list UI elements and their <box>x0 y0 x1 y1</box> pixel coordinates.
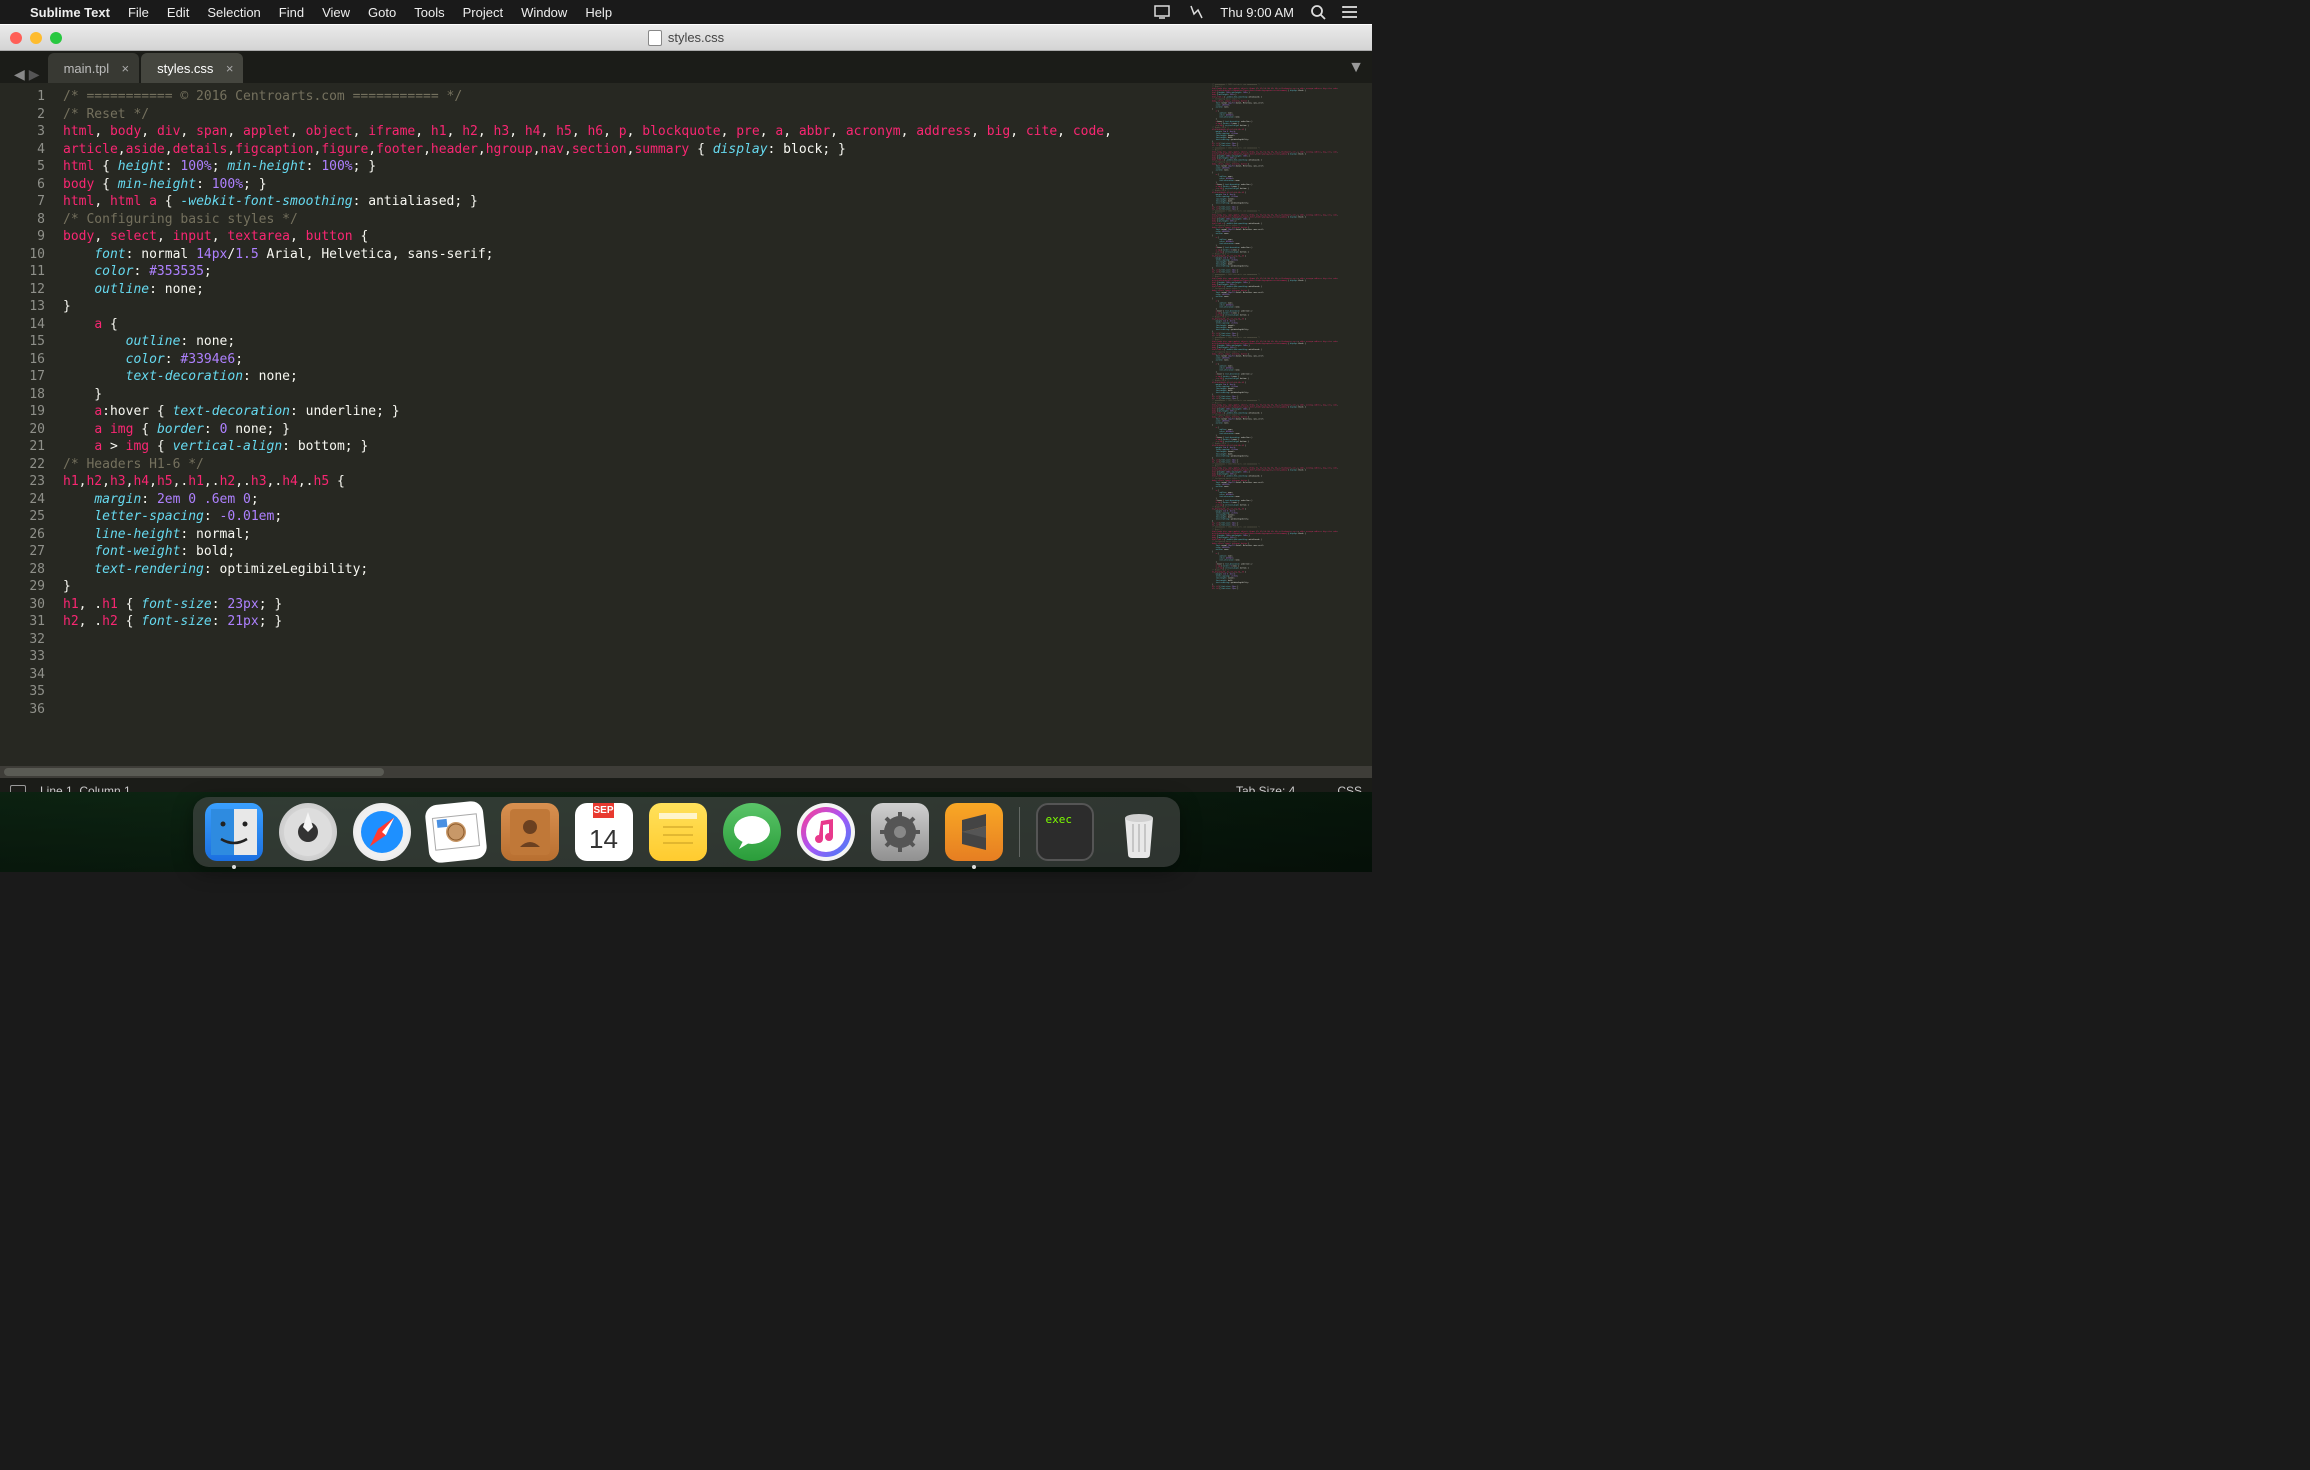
menu-window[interactable]: Window <box>521 5 567 20</box>
spotlight-search-icon[interactable] <box>1310 4 1326 20</box>
menu-help[interactable]: Help <box>585 5 612 20</box>
window-title: styles.css <box>668 30 724 45</box>
dock-notes-icon[interactable] <box>649 803 707 861</box>
code-line[interactable]: text-rendering: optimizeLegibility; <box>55 561 1212 579</box>
code-line[interactable]: font: normal 14px/1.5 Arial, Helvetica, … <box>55 246 1212 264</box>
code-line[interactable]: h1,h2,h3,h4,h5,.h1,.h2,.h3,.h4,.h5 { <box>55 473 1212 491</box>
editor-area: 1234567891011121314151617181920212223242… <box>0 83 1372 766</box>
editor-tabbar: ◀ ▶ main.tpl × styles.css × ▼ <box>0 51 1372 83</box>
code-line[interactable]: article,aside,details,figcaption,figure,… <box>55 141 1212 159</box>
code-line[interactable]: text-decoration: none; <box>55 368 1212 386</box>
code-line[interactable]: margin: 2em 0 .6em 0; <box>55 491 1212 509</box>
code-line[interactable]: outline: none; <box>55 333 1212 351</box>
code-line[interactable]: } <box>55 578 1212 596</box>
code-line[interactable]: body, select, input, textarea, button { <box>55 228 1212 246</box>
dock-mail-icon[interactable] <box>424 800 488 864</box>
menu-tools[interactable]: Tools <box>414 5 444 20</box>
dock: SEP 14 exec <box>193 797 1180 867</box>
dock-itunes-icon[interactable] <box>797 803 855 861</box>
menu-find[interactable]: Find <box>279 5 304 20</box>
code-line[interactable]: a > img { vertical-align: bottom; } <box>55 438 1212 456</box>
code-line[interactable]: h1, .h1 { font-size: 23px; } <box>55 596 1212 614</box>
code-line[interactable]: /* Configuring basic styles */ <box>55 211 1212 229</box>
code-line[interactable]: outline: none; <box>55 281 1212 299</box>
window-titlebar: styles.css <box>0 24 1372 51</box>
notification-center-icon[interactable] <box>1342 5 1358 19</box>
input-icon[interactable] <box>1188 4 1204 20</box>
dock-trash-icon[interactable] <box>1110 803 1168 861</box>
dock-sublime-text-icon[interactable] <box>945 803 1003 861</box>
nav-back-icon[interactable]: ◀ <box>14 66 25 83</box>
dock-terminal-icon[interactable]: exec <box>1036 803 1094 861</box>
code-line[interactable]: html { height: 100%; min-height: 100%; } <box>55 158 1212 176</box>
code-line[interactable]: a img { border: 0 none; } <box>55 421 1212 439</box>
tab-label: main.tpl <box>64 61 110 76</box>
minimap[interactable]: /* =========== © 2016 Centroarts.com ===… <box>1212 83 1372 766</box>
scrollbar-thumb[interactable] <box>4 768 384 776</box>
code-editor[interactable]: /* =========== © 2016 Centroarts.com ===… <box>55 83 1212 766</box>
dock-finder-icon[interactable] <box>205 803 263 861</box>
code-line[interactable]: /* Reset */ <box>55 106 1212 124</box>
tab-close-icon[interactable]: × <box>122 61 130 76</box>
menu-project[interactable]: Project <box>463 5 503 20</box>
tab-styles-css[interactable]: styles.css × <box>141 53 243 83</box>
dock-system-preferences-icon[interactable] <box>871 803 929 861</box>
nav-forward-icon[interactable]: ▶ <box>29 66 40 83</box>
calendar-day: 14 <box>589 818 618 861</box>
menu-view[interactable]: View <box>322 5 350 20</box>
display-icon[interactable] <box>1154 5 1172 19</box>
app-name[interactable]: Sublime Text <box>30 5 110 20</box>
tab-label: styles.css <box>157 61 213 76</box>
code-line[interactable]: html, body, div, span, applet, object, i… <box>55 123 1212 141</box>
code-line[interactable]: /* Headers H1-6 */ <box>55 456 1212 474</box>
code-line[interactable]: body { min-height: 100%; } <box>55 176 1212 194</box>
menu-selection[interactable]: Selection <box>207 5 260 20</box>
macos-menubar: Sublime Text File Edit Selection Find Vi… <box>0 0 1372 24</box>
dock-messages-icon[interactable] <box>723 803 781 861</box>
line-number-gutter: 1234567891011121314151617181920212223242… <box>0 83 55 766</box>
code-line[interactable]: h2, .h2 { font-size: 21px; } <box>55 613 1212 631</box>
code-line[interactable]: font-weight: bold; <box>55 543 1212 561</box>
code-line[interactable]: color: #353535; <box>55 263 1212 281</box>
dock-launchpad-icon[interactable] <box>279 803 337 861</box>
dock-safari-icon[interactable] <box>353 803 411 861</box>
calendar-month: SEP <box>593 803 613 818</box>
tab-close-icon[interactable]: × <box>226 61 234 76</box>
code-line[interactable]: html, html a { -webkit-font-smoothing: a… <box>55 193 1212 211</box>
code-line[interactable]: } <box>55 298 1212 316</box>
menu-file[interactable]: File <box>128 5 149 20</box>
window-zoom-button[interactable] <box>50 32 62 44</box>
code-line[interactable]: /* =========== © 2016 Centroarts.com ===… <box>55 88 1212 106</box>
window-close-button[interactable] <box>10 32 22 44</box>
menu-edit[interactable]: Edit <box>167 5 189 20</box>
window-minimize-button[interactable] <box>30 32 42 44</box>
tabs-dropdown-icon[interactable]: ▼ <box>1348 59 1364 77</box>
code-line[interactable]: a { <box>55 316 1212 334</box>
clock[interactable]: Thu 9:00 AM <box>1220 5 1294 20</box>
document-icon <box>648 30 662 46</box>
code-line[interactable]: color: #3394e6; <box>55 351 1212 369</box>
code-line[interactable]: } <box>55 386 1212 404</box>
dock-calendar-icon[interactable]: SEP 14 <box>575 803 633 861</box>
dock-contacts-icon[interactable] <box>501 803 559 861</box>
code-line[interactable]: a:hover { text-decoration: underline; } <box>55 403 1212 421</box>
horizontal-scrollbar[interactable] <box>0 766 1372 778</box>
code-line[interactable]: line-height: normal; <box>55 526 1212 544</box>
tab-main-tpl[interactable]: main.tpl × <box>48 53 140 83</box>
dock-separator <box>1019 807 1020 857</box>
code-line[interactable]: letter-spacing: -0.01em; <box>55 508 1212 526</box>
desktop-background: SEP 14 exec <box>0 792 1372 872</box>
menu-goto[interactable]: Goto <box>368 5 396 20</box>
